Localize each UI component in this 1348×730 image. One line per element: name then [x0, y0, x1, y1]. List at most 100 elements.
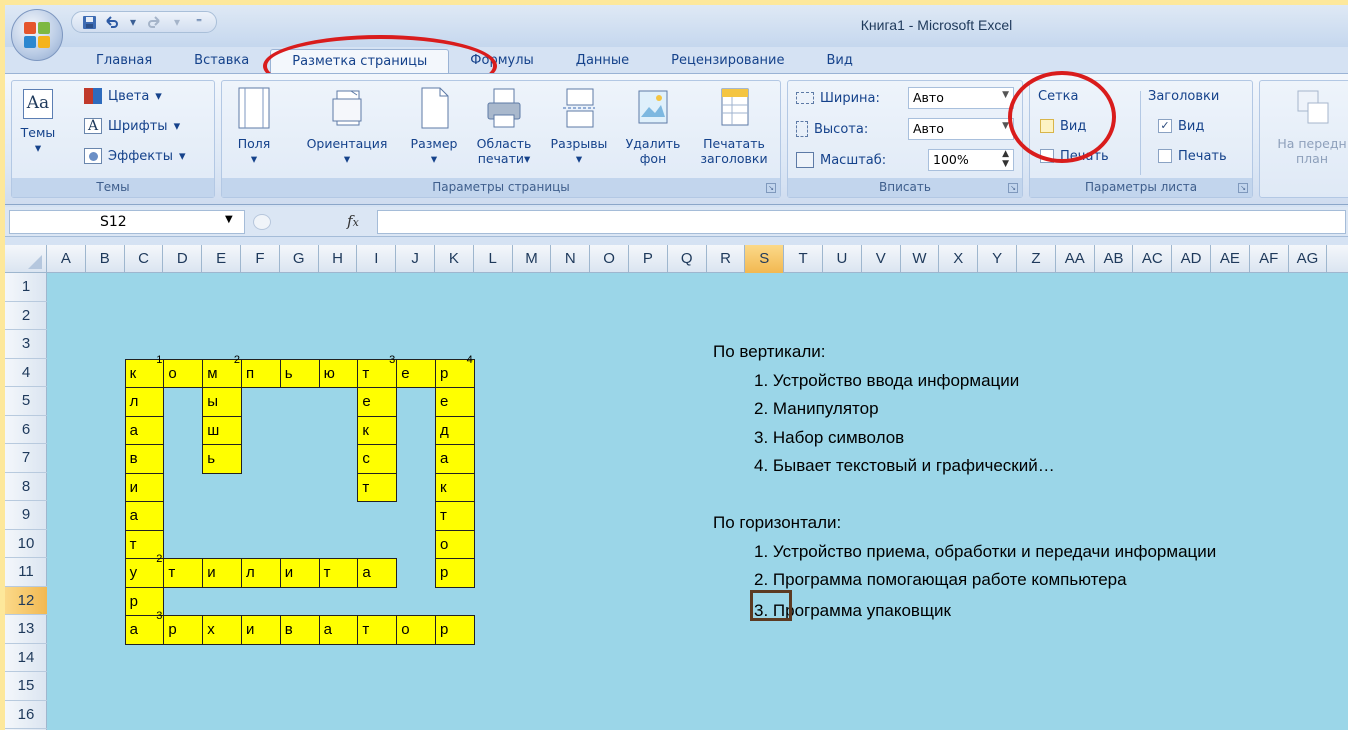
row-header-11[interactable]: 11 [5, 558, 47, 587]
formula-input[interactable] [377, 210, 1346, 234]
crossword-cell-f11[interactable]: л [241, 558, 281, 588]
row-header-15[interactable]: 15 [5, 672, 47, 701]
column-header-ad[interactable]: AD [1172, 245, 1211, 273]
crossword-cell-c7[interactable]: в [124, 444, 165, 474]
column-header-b[interactable]: B [86, 245, 125, 273]
crossword-cell-i8[interactable]: т [357, 472, 398, 502]
column-header-z[interactable]: Z [1017, 245, 1056, 273]
row-header-14[interactable]: 14 [5, 644, 47, 672]
print-titles-button[interactable]: Печатать заголовки [692, 87, 776, 166]
crossword-cell-c4[interactable]: к1 [124, 354, 165, 388]
crossword-cell-e7[interactable]: ь [202, 444, 242, 474]
column-header-x[interactable]: X [939, 245, 979, 273]
row-header-7[interactable]: 7 [5, 444, 47, 473]
row-header-4[interactable]: 4 [5, 359, 47, 387]
crossword-cell-c11[interactable]: у2 [124, 553, 165, 588]
column-header-u[interactable]: U [823, 245, 862, 273]
margins-button[interactable]: Поля ▾ [232, 87, 276, 166]
crossword-cell-f4[interactable]: п [241, 358, 281, 388]
name-box[interactable]: S12 [9, 210, 245, 234]
crossword-cell-f13[interactable]: и [241, 615, 281, 645]
crossword-cell-e13[interactable]: х [202, 615, 242, 645]
crossword-cell-e5[interactable]: ы [202, 387, 242, 417]
row-header-9[interactable]: 9 [5, 501, 47, 530]
formula-bar-handle-icon[interactable] [253, 214, 271, 230]
column-header-r[interactable]: R [707, 245, 746, 273]
background-button[interactable]: Удалить фон [618, 87, 688, 166]
crossword-cell-k11[interactable]: р [435, 558, 475, 588]
crossword-cell-e6[interactable]: ш [202, 415, 242, 445]
column-header-w[interactable]: W [901, 245, 940, 273]
crossword-cell-d13[interactable]: р [163, 615, 204, 645]
column-header-aa[interactable]: AA [1056, 245, 1095, 273]
effects-button[interactable]: Эффекты ▾ [84, 145, 186, 167]
tab-data[interactable]: Данные [555, 49, 650, 74]
crossword-cell-g11[interactable]: и [279, 558, 320, 588]
name-box-dropdown-icon[interactable]: ▼ [225, 214, 233, 225]
crossword-cell-h11[interactable]: т [318, 558, 359, 588]
orientation-button[interactable]: Ориентация ▾ [292, 87, 402, 166]
office-button[interactable] [11, 9, 63, 61]
crossword-cell-c8[interactable]: и [124, 472, 165, 502]
bring-forward-button[interactable]: На передн план [1264, 87, 1348, 166]
crossword-cell-k9[interactable]: т [435, 501, 475, 531]
crossword-cell-k5[interactable]: е [435, 387, 475, 417]
row-header-8[interactable]: 8 [5, 473, 47, 501]
column-header-f[interactable]: F [241, 245, 280, 273]
row-header-12[interactable]: 12 [5, 586, 47, 615]
column-header-t[interactable]: T [784, 245, 823, 273]
crossword-cell-i7[interactable]: с [357, 444, 398, 474]
tab-review[interactable]: Рецензирование [650, 49, 805, 74]
crossword-cell-i4[interactable]: т3 [357, 354, 398, 388]
row-header-16[interactable]: 16 [5, 701, 47, 729]
column-header-a[interactable]: A [47, 245, 86, 273]
tab-view[interactable]: Вид [806, 49, 874, 74]
column-header-i[interactable]: I [357, 245, 397, 273]
column-header-ag[interactable]: AG [1289, 245, 1328, 273]
row-header-13[interactable]: 13 [5, 615, 47, 644]
crossword-cell-k6[interactable]: д [435, 415, 475, 445]
row-header-3[interactable]: 3 [5, 330, 47, 359]
column-header-q[interactable]: Q [668, 245, 707, 273]
colors-button[interactable]: Цвета ▾ [84, 85, 162, 107]
crossword-cell-k4[interactable]: р4 [435, 354, 475, 388]
column-header-l[interactable]: L [474, 245, 513, 273]
crossword-cell-k13[interactable]: р [435, 615, 475, 645]
themes-button[interactable]: Aa Темы ▾ [18, 87, 58, 155]
crossword-cell-k8[interactable]: к [435, 472, 475, 502]
height-dropdown[interactable]: Авто ▼ [908, 118, 1014, 140]
row-header-6[interactable]: 6 [5, 416, 47, 444]
column-header-v[interactable]: V [862, 245, 901, 273]
breaks-button[interactable]: Разрывы ▾ [544, 87, 614, 166]
crossword-cell-i13[interactable]: т [357, 615, 398, 645]
worksheet[interactable]: A B C D E F G H I J K L M N O P Q R S T U V W X Y Z AA AB AC AD AE AF AG… [5, 245, 1348, 730]
tab-insert[interactable]: Вставка [173, 49, 270, 74]
crossword-cell-c6[interactable]: а [124, 415, 165, 445]
page-setup-launcher-icon[interactable]: ↘ [766, 183, 776, 193]
column-header-ac[interactable]: AC [1133, 245, 1173, 273]
tab-home[interactable]: Главная [75, 49, 173, 74]
width-dropdown[interactable]: Авто ▼ [908, 87, 1014, 109]
column-header-p[interactable]: P [629, 245, 668, 273]
crossword-cell-c13[interactable]: а3 [124, 610, 165, 645]
print-area-button[interactable]: Область печати▾ [470, 87, 538, 166]
headings-print-checkbox[interactable]: Печать [1158, 145, 1227, 167]
row-header-1[interactable]: 1 [5, 273, 47, 302]
column-header-ab[interactable]: AB [1095, 245, 1134, 273]
crossword-cell-h4[interactable]: ю [318, 358, 359, 388]
crossword-cell-g4[interactable]: ь [279, 358, 320, 388]
column-header-d[interactable]: D [163, 245, 203, 273]
headings-view-checkbox[interactable]: ✓ Вид [1158, 115, 1204, 137]
column-header-y[interactable]: Y [978, 245, 1017, 273]
crossword-cell-d11[interactable]: т [163, 558, 204, 588]
column-header-g[interactable]: G [280, 245, 319, 273]
row-header-2[interactable]: 2 [5, 302, 47, 330]
column-header-af[interactable]: AF [1250, 245, 1289, 273]
column-header-m[interactable]: M [513, 245, 552, 273]
column-header-o[interactable]: O [590, 245, 629, 273]
column-header-n[interactable]: N [551, 245, 591, 273]
active-cell-s12[interactable] [750, 590, 792, 621]
crossword-cell-i5[interactable]: е [357, 387, 398, 417]
insert-function-icon[interactable]: fx [347, 212, 359, 230]
crossword-cell-j13[interactable]: о [396, 615, 436, 645]
